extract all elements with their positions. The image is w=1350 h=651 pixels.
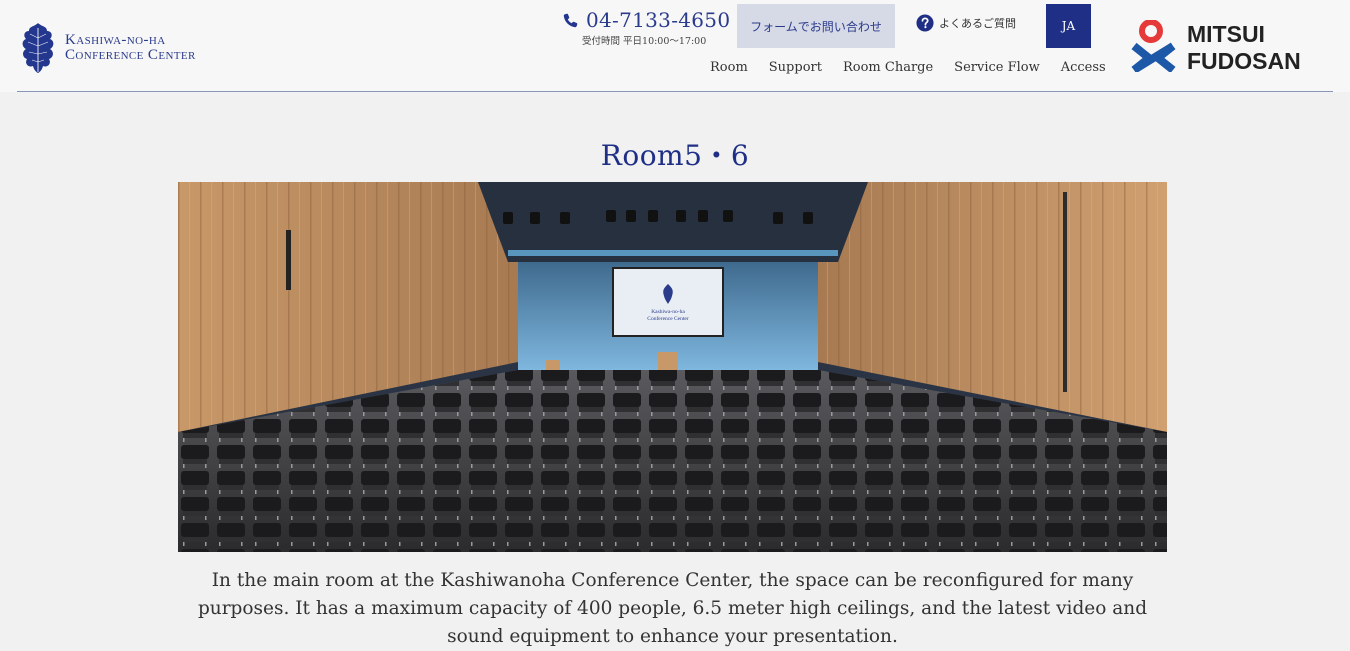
brand-name: Kashiwa-no-ha Conference Center <box>65 33 196 63</box>
phone-number[interactable]: 04-7133-4650 <box>586 8 730 32</box>
faq-link[interactable]: よくあるご質問 <box>916 14 1016 32</box>
phone-icon <box>563 13 578 27</box>
nav-item-service-flow[interactable]: Service Flow <box>954 60 1040 75</box>
phone-contact[interactable]: 04-7133-4650 受付時間 平日10:00〜17:00 <box>562 8 730 47</box>
nav-item-room-charge[interactable]: Room Charge <box>843 60 933 75</box>
oak-leaf-icon <box>22 23 54 73</box>
language-switch[interactable]: JA <box>1046 4 1091 48</box>
logo-text-mitsui: MITSUI <box>1187 21 1265 47</box>
question-circle-icon <box>916 14 934 32</box>
room-photo: Kashiwa-no-ha Conference Center <box>178 182 1167 552</box>
screen-text-line1: Kashiwa-no-ha <box>651 309 685 315</box>
contact-form-button[interactable]: フォームでお問い合わせ <box>737 4 895 48</box>
nav-item-access[interactable]: Access <box>1061 60 1106 75</box>
phone-hours: 受付時間 平日10:00〜17:00 <box>582 36 707 47</box>
nav-item-support[interactable]: Support <box>769 60 822 75</box>
room-description: In the main room at the Kashiwanoha Conf… <box>197 570 1148 647</box>
screen-text-line2: Conference Center <box>647 315 689 322</box>
nav-item-room[interactable]: Room <box>710 60 748 75</box>
page-title: Room5・6 <box>600 139 750 172</box>
brand-logo[interactable]: Kashiwa-no-ha Conference Center <box>20 22 196 74</box>
main-nav: Room Support Room Charge Service Flow Ac… <box>710 60 1127 75</box>
logo-text-fudosan: FUDOSAN <box>1187 48 1301 72</box>
mitsui-fudosan-logo[interactable]: MITSUI FUDOSAN <box>1131 20 1326 72</box>
site-header: Kashiwa-no-ha Conference Center 04-7133-… <box>0 0 1350 92</box>
brand-name-line2: Conference Center <box>65 47 196 63</box>
faq-label: よくあるご質問 <box>939 17 1016 30</box>
header-divider <box>17 91 1333 92</box>
brand-name-line1: Kashiwa-no-ha <box>65 32 166 48</box>
